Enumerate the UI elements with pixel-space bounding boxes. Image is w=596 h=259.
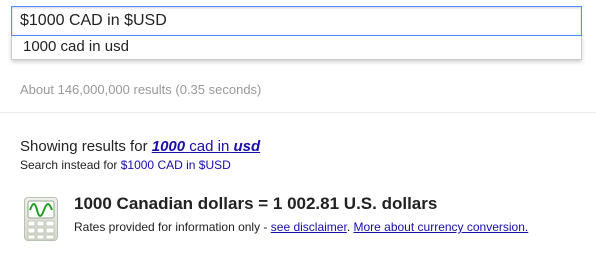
result-stats: About 146,000,000 results (0.35 seconds)	[20, 82, 262, 97]
showing-results-prefix: Showing results for	[20, 138, 148, 155]
search-input[interactable]	[12, 7, 581, 35]
search-instead-line: Search instead for $1000 CAD in $USD	[20, 158, 231, 172]
corrected-word: usd	[233, 138, 261, 155]
disclaimer-link[interactable]: see disclaimer	[271, 220, 347, 234]
divider	[0, 112, 596, 113]
currency-note-prefix: Rates provided for information only -	[74, 220, 268, 234]
currency-conversion-result: 1000 Canadian dollars = 1 002.81 U.S. do…	[74, 194, 438, 213]
currency-note: Rates provided for information only - se…	[74, 220, 529, 234]
corrected-middle: cad in	[189, 138, 230, 155]
search-results-page: 1000 cad in usd About 146,000,000 result…	[0, 0, 596, 259]
corrected-number: 1000	[151, 138, 186, 155]
corrected-query-link[interactable]: 1000 cad in usd	[152, 138, 260, 155]
showing-results-line: Showing results for 1000 cad in usd	[20, 138, 260, 155]
search-box[interactable]	[11, 6, 582, 36]
currency-chart-icon	[24, 197, 58, 241]
autocomplete-suggestion[interactable]: 1000 cad in usd	[23, 38, 129, 56]
currency-conversion-link[interactable]: More about currency conversion.	[353, 220, 528, 234]
original-query-link[interactable]: $1000 CAD in $USD	[121, 158, 231, 172]
autocomplete-dropdown: 1000 cad in usd	[11, 36, 582, 60]
search-instead-prefix: Search instead for	[20, 158, 118, 172]
